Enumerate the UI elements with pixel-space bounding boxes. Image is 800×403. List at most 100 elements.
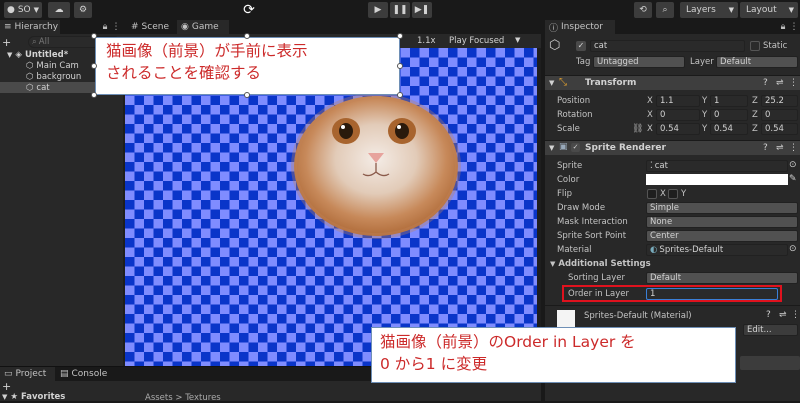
cloud-button[interactable]: ☁ bbox=[48, 2, 70, 18]
help-icon[interactable]: ? bbox=[763, 143, 768, 153]
position-x-field[interactable]: 1.1 bbox=[656, 95, 700, 107]
material-field[interactable]: ◐ Sprites-Default bbox=[646, 244, 788, 256]
search-button[interactable]: ⌕ bbox=[656, 2, 674, 18]
order-in-layer-input[interactable]: 1 bbox=[646, 288, 778, 300]
tag-dropdown[interactable]: Untagged bbox=[593, 56, 685, 68]
game-view-canvas[interactable] bbox=[123, 48, 541, 366]
material-preview bbox=[557, 310, 575, 328]
resize-handle[interactable] bbox=[244, 92, 250, 98]
chevron-down-icon: ▼ bbox=[550, 260, 556, 268]
enabled-checkbox[interactable]: ✓ bbox=[571, 143, 580, 152]
tab-inspector[interactable]: ⓘ Inspector bbox=[545, 20, 615, 34]
resize-handle[interactable] bbox=[244, 33, 250, 39]
sort-point-dropdown[interactable]: Center bbox=[646, 230, 798, 242]
callout-bottom: 猫画像（前景）のOrder in Layer を 0 から1 に変更 bbox=[371, 327, 736, 383]
help-icon[interactable]: ? bbox=[763, 78, 768, 88]
sorting-layer-dropdown[interactable]: Default bbox=[646, 272, 798, 284]
callout-top: 猫画像（前景）が手前に表示 されることを確認する bbox=[95, 37, 400, 95]
position-y-field[interactable]: 1 bbox=[710, 95, 748, 107]
scale-y-field[interactable]: 0.54 bbox=[710, 123, 748, 135]
play-mode-dropdown[interactable]: Play Focused bbox=[449, 36, 504, 46]
search-icon: ⌕ bbox=[32, 37, 37, 47]
add-button[interactable]: + bbox=[2, 36, 16, 49]
tab-hierarchy[interactable]: ≡ Hierarchy bbox=[0, 20, 60, 34]
tab-project[interactable]: ▭ Project bbox=[0, 367, 55, 381]
cat-sprite[interactable] bbox=[291, 93, 461, 239]
tag-label: Tag bbox=[576, 57, 591, 67]
view-tabbar: # Scene ◉ Game bbox=[123, 20, 541, 34]
transform-header[interactable]: ▼ ⤡ Transform ? ⇌ ⋮ bbox=[545, 75, 800, 90]
draw-mode-dropdown[interactable]: Simple bbox=[646, 202, 798, 214]
resize-handle[interactable] bbox=[397, 63, 403, 69]
layer-dropdown[interactable]: Default bbox=[716, 56, 798, 68]
tab-scene[interactable]: # Scene bbox=[127, 20, 175, 34]
unity-scene-icon: ◈ bbox=[15, 49, 22, 60]
flip-x-checkbox[interactable] bbox=[647, 189, 657, 199]
add-component-button[interactable] bbox=[740, 356, 800, 370]
folder-icon: ▭ bbox=[4, 369, 13, 379]
history-icon: ⟲ bbox=[639, 5, 647, 15]
step-button[interactable]: ▶❚ bbox=[412, 2, 432, 18]
chevron-down-icon: ▼ bbox=[728, 6, 734, 14]
more-icon[interactable]: ⋮ bbox=[789, 143, 798, 153]
breadcrumb[interactable]: Assets > Textures bbox=[145, 393, 221, 403]
more-icon[interactable]: ⋮ bbox=[111, 22, 121, 32]
sprite-field[interactable]: ⁚ cat bbox=[646, 160, 788, 172]
inspector-tabbar: ⓘ Inspector 🔒︎ ⋮ bbox=[545, 20, 800, 34]
active-checkbox[interactable]: ✓ bbox=[576, 41, 586, 51]
layers-dropdown[interactable]: Layers ▼ bbox=[680, 2, 738, 18]
object-picker-icon[interactable]: ⊙ bbox=[789, 244, 797, 254]
rotation-z-field[interactable]: 0 bbox=[761, 109, 798, 121]
scale-x-field[interactable]: 0.54 bbox=[656, 123, 700, 135]
tab-game[interactable]: ◉ Game bbox=[177, 20, 229, 34]
help-icon[interactable]: ? bbox=[766, 310, 771, 320]
preset-icon[interactable]: ⇌ bbox=[776, 143, 784, 153]
more-icon[interactable]: ⋮ bbox=[791, 310, 800, 320]
play-icon: ▶ bbox=[374, 5, 382, 15]
rotation-x-field[interactable]: 0 bbox=[656, 109, 700, 121]
preset-icon[interactable]: ⇌ bbox=[776, 78, 784, 88]
resize-handle[interactable] bbox=[91, 63, 97, 69]
scale-z-field[interactable]: 0.54 bbox=[761, 123, 798, 135]
account-dropdown[interactable]: ● SO ▼ bbox=[4, 2, 42, 18]
zoom-label[interactable]: 1.1x bbox=[417, 36, 436, 46]
additional-settings-foldout[interactable]: ▼ Additional Settings bbox=[550, 258, 651, 270]
hierarchy-tabbar: ≡ Hierarchy 🔒︎ ⋮ bbox=[0, 20, 123, 34]
refresh-icon: ⟳ bbox=[243, 2, 255, 18]
static-label: Static bbox=[763, 41, 788, 51]
transform-icon: ⤡ bbox=[559, 77, 567, 88]
edit-shader-button[interactable]: Edit... bbox=[743, 324, 798, 336]
object-picker-icon[interactable]: ⊙ bbox=[789, 160, 797, 170]
preset-icon[interactable]: ⇌ bbox=[779, 310, 787, 320]
resize-handle[interactable] bbox=[397, 92, 403, 98]
link-icon[interactable]: ⛓ bbox=[632, 124, 643, 134]
sprite-renderer-header[interactable]: ▼ ▣ ✓ Sprite Renderer ? ⇌ ⋮ bbox=[545, 140, 800, 155]
chevron-down-icon: ▼ bbox=[33, 6, 40, 14]
list-icon: ≡ bbox=[4, 22, 12, 32]
play-button[interactable]: ▶ bbox=[368, 2, 388, 18]
tab-console[interactable]: ▤ Console bbox=[56, 367, 111, 381]
resize-handle[interactable] bbox=[397, 33, 403, 39]
chevron-down-icon: ▼ bbox=[2, 393, 8, 401]
eyedropper-icon[interactable]: ✎ bbox=[789, 174, 797, 184]
lock-icon[interactable]: 🔒︎ bbox=[778, 22, 788, 32]
static-checkbox[interactable] bbox=[750, 41, 760, 51]
history-button[interactable]: ⟲ bbox=[634, 2, 652, 18]
pause-button[interactable]: ❚❚ bbox=[390, 2, 410, 18]
position-z-field[interactable]: 25.2 bbox=[761, 95, 798, 107]
object-name-input[interactable]: cat bbox=[590, 40, 745, 52]
collab-button[interactable]: ⚙ bbox=[74, 2, 92, 18]
rotation-y-field[interactable]: 0 bbox=[710, 109, 748, 121]
resize-handle[interactable] bbox=[91, 33, 97, 39]
lock-icon[interactable]: 🔒︎ bbox=[100, 22, 110, 32]
material-icon: ◐ bbox=[650, 245, 658, 255]
mask-interaction-dropdown[interactable]: None bbox=[646, 216, 798, 228]
flip-y-checkbox[interactable] bbox=[668, 189, 678, 199]
more-icon[interactable]: ⋮ bbox=[789, 22, 799, 32]
layer-label: Layer bbox=[690, 57, 714, 67]
gameobject-icon: ⬡ bbox=[26, 71, 34, 82]
resize-handle[interactable] bbox=[91, 92, 97, 98]
more-icon[interactable]: ⋮ bbox=[789, 78, 798, 88]
layout-dropdown[interactable]: Layout ▼ bbox=[740, 2, 798, 18]
color-swatch[interactable] bbox=[646, 174, 788, 185]
